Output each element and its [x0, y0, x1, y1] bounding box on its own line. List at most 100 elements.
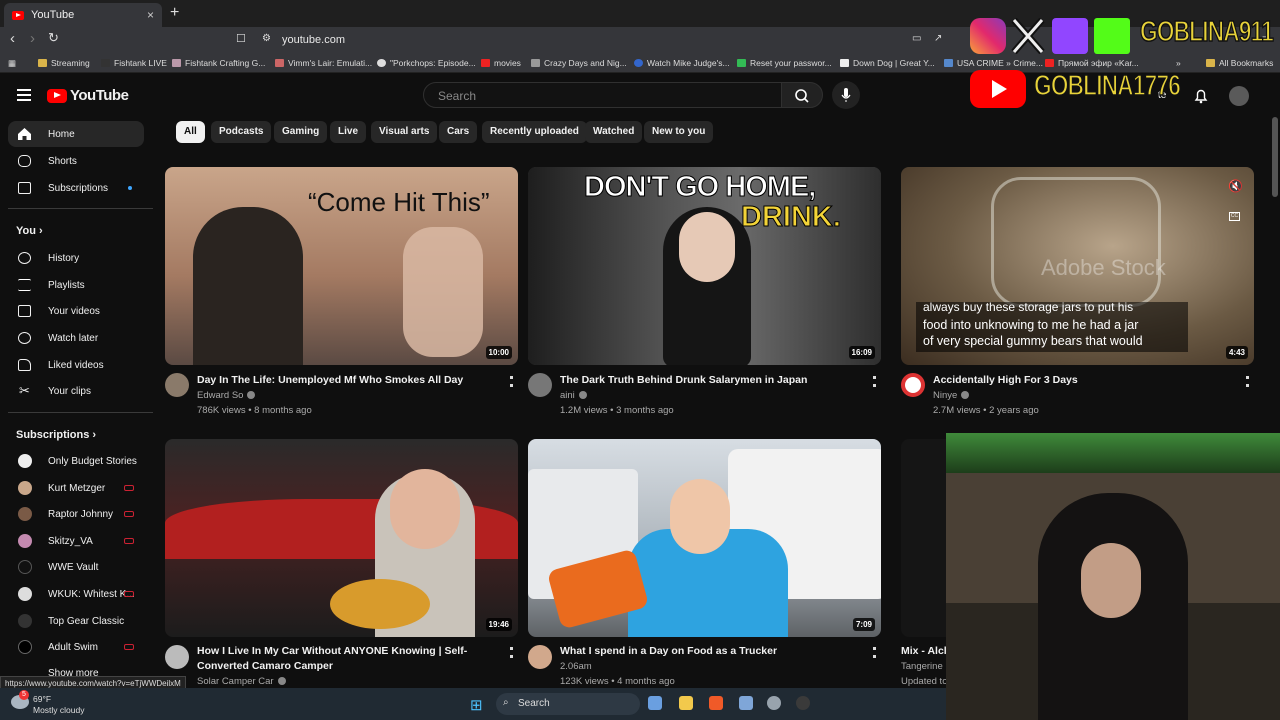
file-explorer-icon[interactable]: [679, 696, 693, 710]
notepad-icon[interactable]: [739, 696, 753, 710]
new-tab-button[interactable]: +: [170, 4, 179, 22]
site-info-icon[interactable]: ⚙: [262, 33, 271, 44]
bookmark[interactable]: Watch Mike Judge's...: [634, 58, 730, 68]
bookmark[interactable]: "Porkchops: Episode...: [377, 58, 476, 68]
bookmark[interactable]: Reset your passwor...: [737, 58, 832, 68]
channel-name[interactable]: Edward So: [197, 390, 256, 401]
video-title[interactable]: What I spend in a Day on Food as a Truck…: [560, 644, 860, 659]
chip-all[interactable]: All: [176, 121, 205, 143]
video-title[interactable]: Accidentally High For 3 Days: [933, 373, 1233, 388]
video-thumbnail-playing[interactable]: Adobe Stock always buy these storage jar…: [901, 167, 1254, 365]
subscription-item[interactable]: Skitzy_VA: [8, 528, 144, 554]
channel-name[interactable]: Tangerine: [901, 661, 946, 672]
bookmark[interactable]: Crazy Days and Nig...: [531, 58, 627, 68]
chip-live[interactable]: Live: [330, 121, 367, 143]
subscription-item[interactable]: Top Gear Classic: [8, 608, 144, 634]
channel-avatar[interactable]: [165, 645, 189, 669]
youtube-play-icon: [47, 88, 67, 103]
subscription-item[interactable]: WWE Vault: [8, 554, 144, 580]
windows-start-icon[interactable]: ⊞: [470, 696, 483, 714]
voice-search-button[interactable]: [832, 81, 860, 109]
subscription-item[interactable]: WKUK: Whitest K...: [8, 581, 144, 607]
more-actions-icon[interactable]: [873, 647, 876, 658]
more-actions-icon[interactable]: [873, 376, 876, 387]
copilot-icon[interactable]: [648, 696, 662, 710]
subscription-item[interactable]: Kurt Metzger: [8, 475, 144, 501]
settings-icon[interactable]: [767, 696, 781, 710]
video-thumbnail[interactable]: 7:09: [528, 439, 881, 637]
mute-icon[interactable]: 🔇: [1228, 179, 1243, 193]
search-icon: [795, 89, 809, 103]
channel-name[interactable]: 2.06am: [560, 661, 592, 672]
video-title[interactable]: Mix - Alcl: [901, 644, 946, 659]
video-thumbnail[interactable]: DON'T GO HOME, DRINK. 16:09: [528, 167, 881, 365]
youtube-logo[interactable]: YouTube: [47, 87, 129, 104]
chip-watched[interactable]: Watched: [585, 121, 643, 143]
you-heading[interactable]: You ›: [16, 225, 43, 237]
bookmark[interactable]: movies: [481, 58, 521, 68]
more-actions-icon[interactable]: [510, 376, 513, 387]
channel-avatar[interactable]: [901, 373, 925, 397]
apps-grid-icon[interactable]: ▦: [8, 58, 16, 69]
home-icon: [18, 128, 31, 140]
sidebar-item-your-videos[interactable]: Your videos: [8, 298, 144, 324]
more-actions-icon[interactable]: [1246, 376, 1249, 387]
forward-arrow-icon[interactable]: ›: [30, 30, 35, 47]
closed-captions-icon[interactable]: CC: [1229, 212, 1240, 221]
hamburger-menu-icon[interactable]: [17, 89, 31, 101]
sidebar-item-watch-later[interactable]: Watch later: [8, 325, 144, 351]
sidebar-item-home[interactable]: Home: [8, 121, 144, 147]
chip-visual-arts[interactable]: Visual arts: [371, 121, 438, 143]
chip-recently-uploaded[interactable]: Recently uploaded: [482, 121, 587, 143]
channel-avatar[interactable]: [165, 373, 189, 397]
channel-name[interactable]: Ninye: [933, 390, 970, 401]
subscription-item[interactable]: Adult Swim: [8, 634, 144, 660]
bookmark[interactable]: Fishtank Crafting G...: [172, 58, 265, 68]
sidebar-item-history[interactable]: History: [8, 245, 144, 271]
address-bar[interactable]: youtube.com: [282, 34, 345, 46]
temperature: 69°F: [33, 694, 52, 704]
reload-icon[interactable]: ↻: [48, 30, 59, 46]
share-icon[interactable]: ↗: [934, 33, 942, 44]
browser-tab-youtube[interactable]: YouTube ×: [4, 3, 162, 27]
bookmark[interactable]: Down Dog | Great Y...: [840, 58, 935, 68]
chip-new-to-you[interactable]: New to you: [644, 121, 714, 143]
bookmark[interactable]: Streaming: [38, 58, 90, 68]
sidebar-item-playlists[interactable]: Playlists: [8, 272, 144, 298]
bookmark-star-icon[interactable]: ☐: [236, 32, 246, 45]
obs-icon[interactable]: [796, 696, 810, 710]
video-thumbnail[interactable]: “Come Hit This” 10:00: [165, 167, 518, 365]
taskbar-search[interactable]: ⌕ Search: [496, 693, 640, 715]
scissors-icon: ✂: [19, 383, 30, 398]
subscription-item[interactable]: Raptor Johnny: [8, 501, 144, 527]
subscription-item[interactable]: Only Budget Stories: [8, 448, 144, 474]
bookmark[interactable]: Vimm's Lair: Emulati...: [275, 58, 372, 68]
sidebar-item-your-clips[interactable]: ✂ Your clips: [8, 378, 144, 404]
video-thumbnail[interactable]: 19:46: [165, 439, 518, 637]
caption-line: of very special gummy bears that would: [923, 334, 1143, 348]
brave-browser-icon[interactable]: [709, 696, 723, 710]
search-input[interactable]: Search: [423, 82, 783, 108]
search-button[interactable]: [781, 82, 823, 108]
channel-avatar[interactable]: [528, 373, 552, 397]
sidebar-item-liked-videos[interactable]: Liked videos: [8, 352, 144, 378]
channel-name[interactable]: aini: [560, 390, 587, 401]
video-title[interactable]: The Dark Truth Behind Drunk Salarymen in…: [560, 373, 860, 388]
channel-name[interactable]: Solar Camper Car: [197, 676, 286, 687]
back-arrow-icon[interactable]: ‹: [10, 30, 15, 47]
chip-gaming[interactable]: Gaming: [274, 121, 328, 143]
subscriptions-heading[interactable]: Subscriptions ›: [16, 429, 96, 441]
channel-avatar[interactable]: [528, 645, 552, 669]
cast-icon[interactable]: ▭: [912, 33, 921, 44]
close-tab-icon[interactable]: ×: [147, 8, 154, 22]
video-title[interactable]: Day In The Life: Unemployed Mf Who Smoke…: [197, 373, 497, 388]
weather-widget[interactable]: 69°F Mostly cloudy: [33, 694, 85, 716]
sidebar-item-shorts[interactable]: Shorts: [8, 148, 144, 174]
chip-podcasts[interactable]: Podcasts: [211, 121, 272, 143]
more-actions-icon[interactable]: [510, 647, 513, 658]
sidebar-item-subscriptions[interactable]: Subscriptions: [8, 175, 144, 201]
video-title[interactable]: How I Live In My Car Without ANYONE Know…: [197, 644, 497, 674]
chip-cars[interactable]: Cars: [439, 121, 478, 143]
scrollbar-thumb[interactable]: [1272, 117, 1278, 197]
bookmark[interactable]: Fishtank LIVE: [101, 58, 167, 68]
